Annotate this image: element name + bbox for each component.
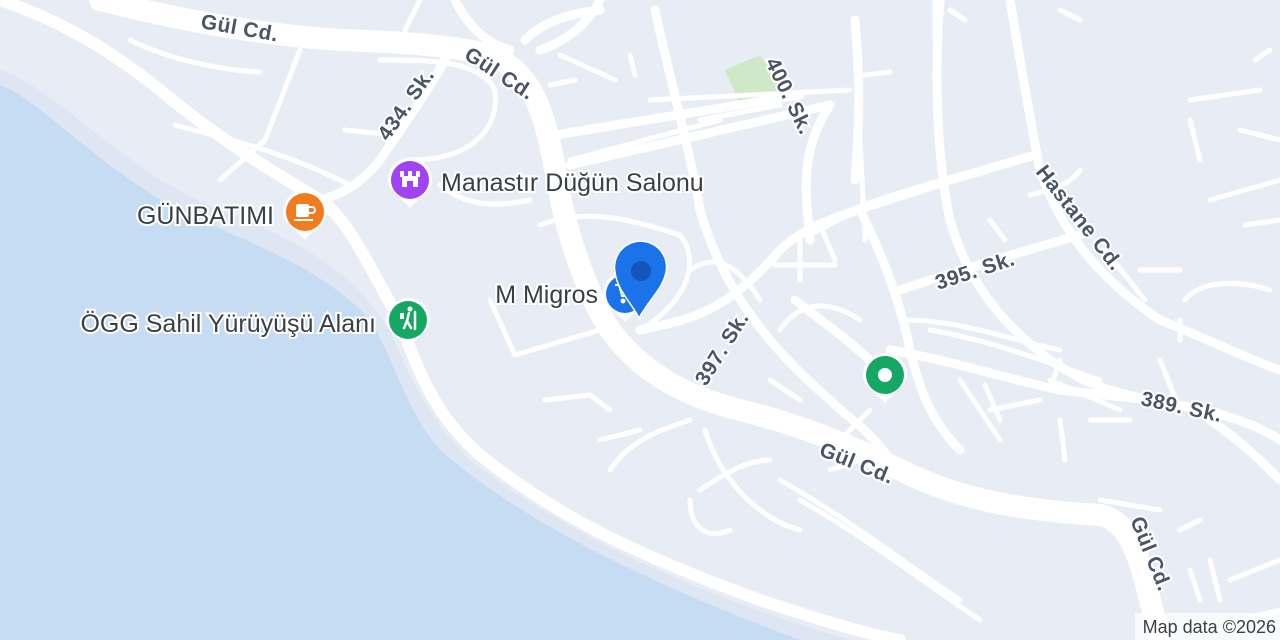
poi-label: ÖGG Sahil Yürüyüşü Alanı — [80, 310, 376, 338]
poi-label: M Migros — [495, 281, 598, 309]
castle-icon — [400, 171, 420, 187]
location-pin-dot — [631, 261, 651, 281]
map-canvas[interactable]: Gül Cd. Gül Cd. Gül Cd. Gül Cd. 434. Sk.… — [0, 0, 1280, 640]
poi-label: GÜNBATIMI — [137, 202, 274, 230]
dot-icon — [878, 368, 892, 382]
map-attribution[interactable]: Map data ©2026 — [1134, 613, 1280, 640]
poi-label: Manastır Düğün Salonu — [441, 169, 704, 197]
